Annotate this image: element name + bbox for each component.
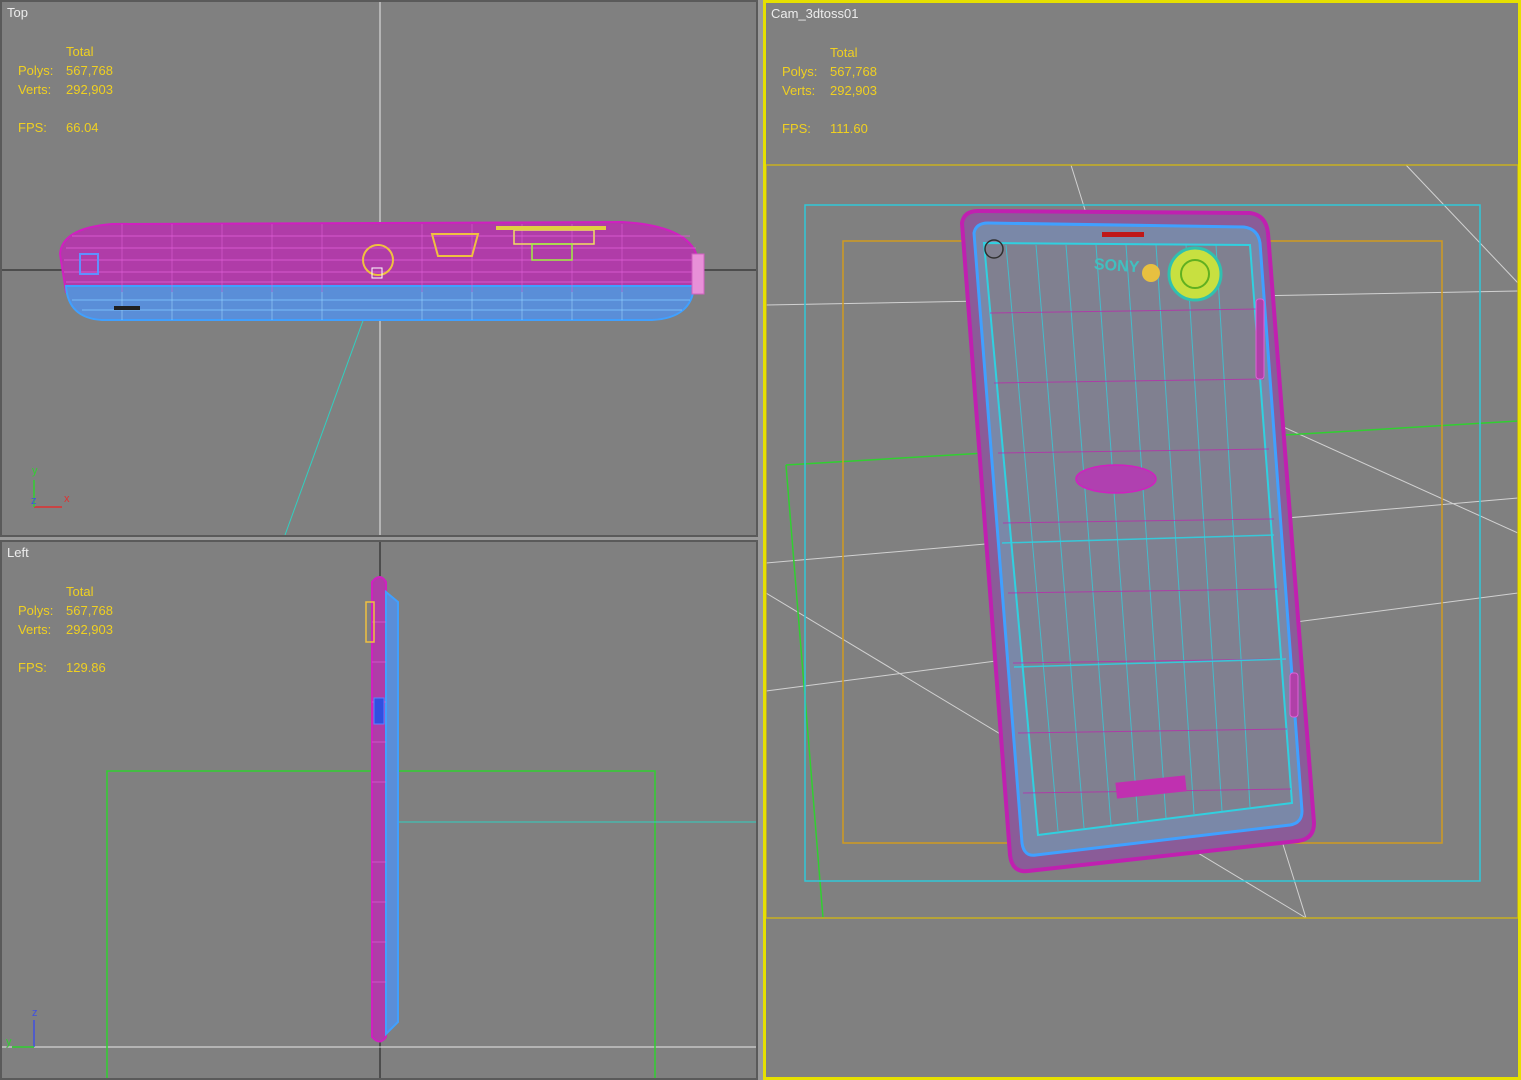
verts-label: Verts: (782, 83, 816, 98)
axis-z-label: z (32, 1007, 38, 1019)
axis-gizmo (12, 1020, 35, 1048)
fps-value: 111.60 (830, 121, 868, 136)
phone-wireframe-left (365, 576, 399, 1043)
verts-value: 292,903 (66, 622, 113, 637)
verts-value: 292,903 (830, 83, 877, 98)
fps-label: FPS: (18, 120, 47, 135)
axis-y-label: y (32, 465, 38, 477)
polys-value: 567,768 (66, 603, 113, 618)
stats-header: Total (66, 44, 94, 59)
phone-wireframe-camera (959, 208, 1317, 874)
polys-value: 567,768 (66, 63, 113, 78)
verts-value: 292,903 (66, 82, 113, 97)
axis-y-label: y (6, 1036, 12, 1048)
stats-header: Total (830, 45, 858, 60)
phone-wireframe-top (58, 220, 705, 321)
fps-label: FPS: (18, 660, 47, 675)
verts-label: Verts: (18, 622, 52, 637)
axis-x-label: x (64, 493, 70, 505)
viewport-label[interactable]: Top (7, 5, 28, 20)
left-viewport-scene: z y (2, 542, 756, 1078)
camera-viewport-scene: SONY (766, 164, 1518, 919)
camera-viewport[interactable]: SONY Cam_3dtoss01 Total Polys: 567,768 Ve… (763, 0, 1521, 1080)
fps-value: 66.04 (66, 120, 99, 135)
fps-label: FPS: (782, 121, 811, 136)
polys-label: Polys: (18, 63, 54, 78)
left-viewport[interactable]: z y Left Total Polys: 567,768 Verts: 292,9… (0, 540, 758, 1080)
viewport-label[interactable]: Cam_3dtoss01 (771, 6, 858, 21)
top-viewport[interactable]: y x z Top Total Polys: 567,768 Verts: 292,… (0, 0, 758, 537)
stats-header: Total (66, 584, 94, 599)
brand-logo-text: SONY (1093, 256, 1140, 276)
axis-z-label: z (31, 495, 37, 507)
polys-label: Polys: (18, 603, 54, 618)
top-viewport-scene: y x z (2, 2, 756, 535)
fps-value: 129.86 (66, 660, 106, 675)
polys-label: Polys: (782, 64, 818, 79)
verts-label: Verts: (18, 82, 52, 97)
polys-value: 567,768 (830, 64, 877, 79)
axis-gizmo (33, 480, 62, 508)
viewport-label[interactable]: Left (7, 545, 29, 560)
